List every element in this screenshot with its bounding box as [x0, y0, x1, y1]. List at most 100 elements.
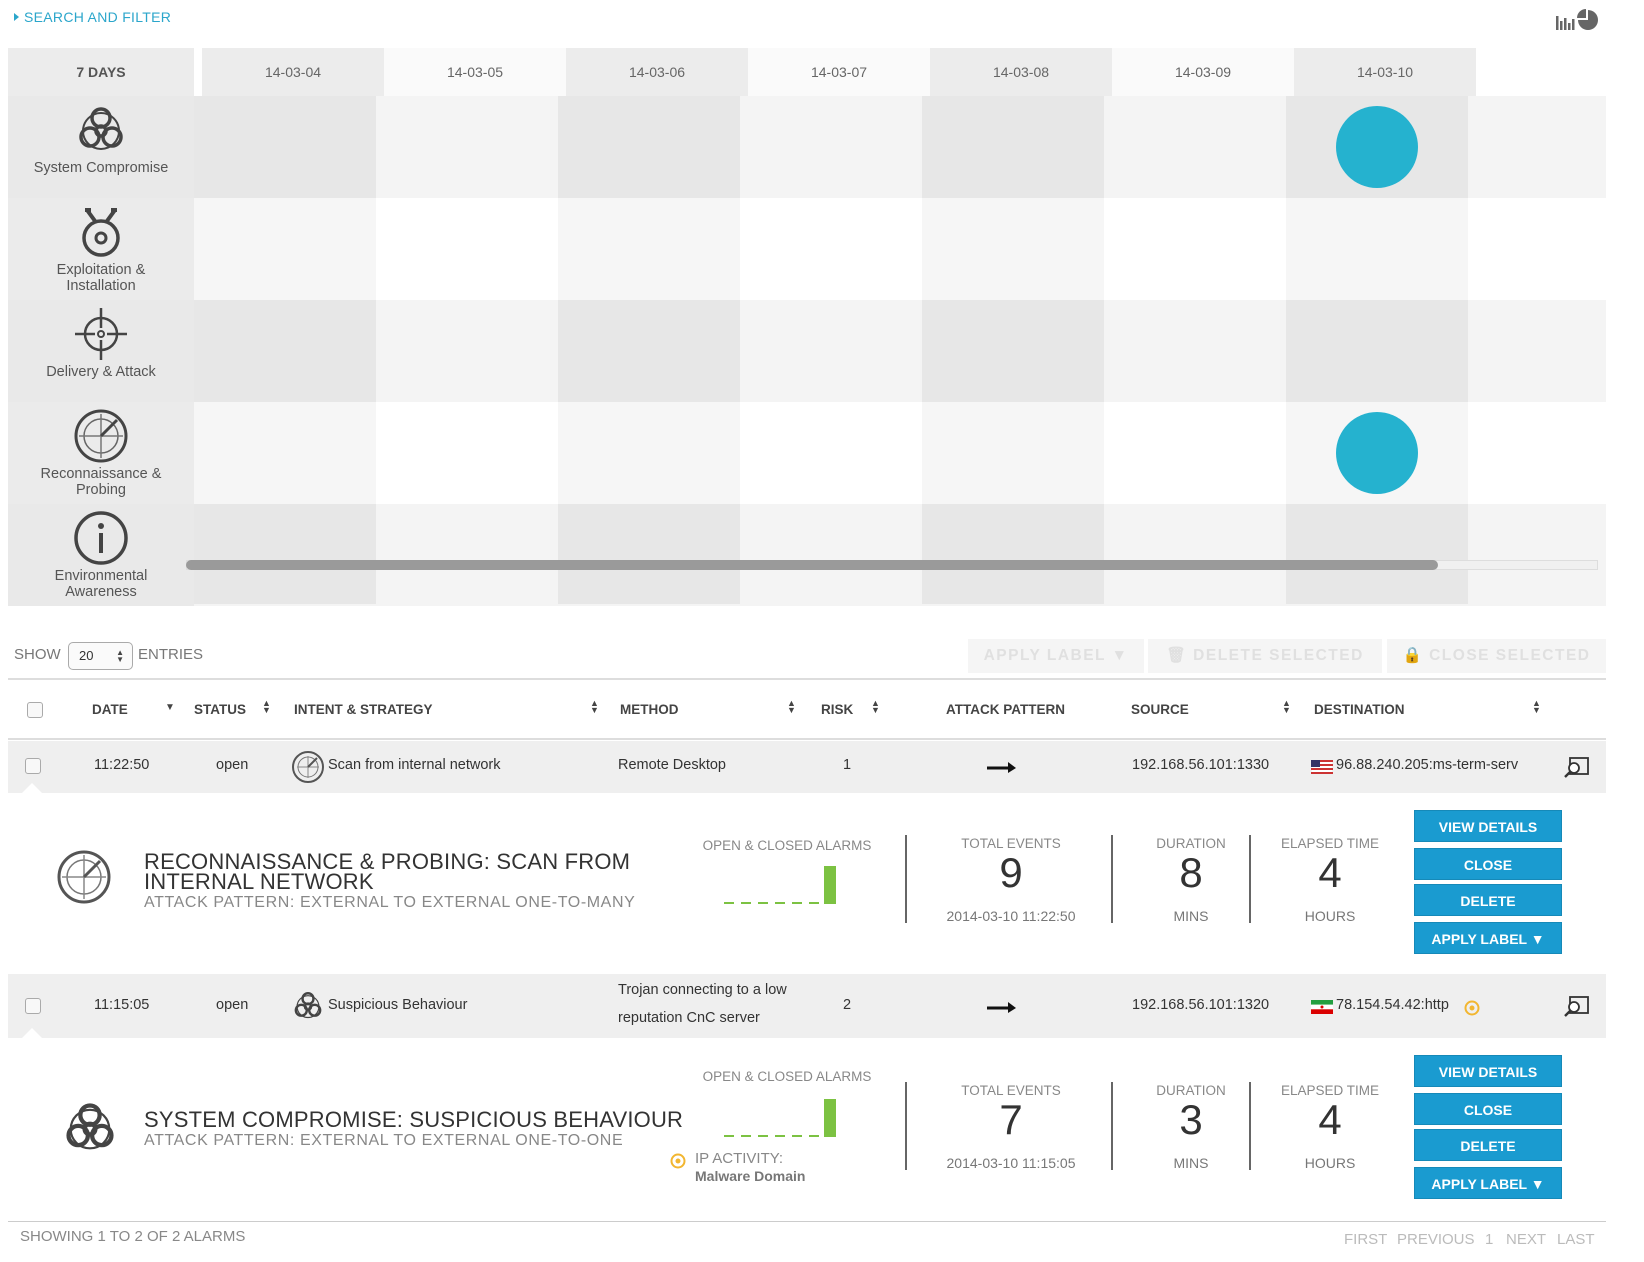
- alarms-sparkline: [724, 866, 836, 904]
- entries-label: ENTRIES: [138, 646, 204, 663]
- total-events-value: 7: [999, 1096, 1023, 1143]
- alarm-risk: 1: [843, 757, 852, 773]
- elapsed-value: 4: [1318, 849, 1342, 896]
- warning-target-icon: [670, 1153, 686, 1169]
- crosshair-icon: [75, 308, 127, 360]
- alarm-row[interactable]: 11:15:05 open Suspicious Behaviour Troja…: [8, 974, 1606, 1038]
- alarm-row[interactable]: 11:22:50 open Scan from internal network…: [8, 741, 1606, 793]
- detail-title-line2: INTERNAL NETWORK: [144, 869, 374, 894]
- timeline-category-text: Awareness: [65, 584, 137, 600]
- column-header-status[interactable]: STATUS: [194, 702, 246, 717]
- alarm-source: 192.168.56.101:1330: [1132, 757, 1270, 773]
- timeline-event-dot[interactable]: [1336, 106, 1418, 188]
- stat-divider: [1111, 835, 1113, 923]
- showing-count: SHOWING 1 TO 2 OF 2 ALARMS: [20, 1228, 246, 1245]
- detail-attack-pattern: ATTACK PATTERN: EXTERNAL TO EXTERNAL ONE…: [144, 894, 636, 911]
- close-button[interactable]: CLOSE: [1414, 1093, 1562, 1125]
- search-and-filter-toggle[interactable]: SEARCH AND FILTER: [14, 9, 171, 25]
- us-flag-icon: [1311, 760, 1333, 774]
- right-arrow-icon: [987, 1002, 1016, 1013]
- column-header-intent[interactable]: INTENT & STRATEGY: [294, 702, 433, 717]
- iran-flag-icon: [1311, 1000, 1333, 1014]
- chart-view-icon[interactable]: [1554, 8, 1600, 32]
- inspect-icon[interactable]: [1564, 995, 1590, 1017]
- sort-icon[interactable]: ▲ ▼: [871, 699, 880, 715]
- stepper-arrows-icon: ▲ ▼: [116, 648, 124, 664]
- pager-next[interactable]: NEXT: [1506, 1231, 1546, 1248]
- pager-first[interactable]: FIRST: [1344, 1231, 1387, 1248]
- timeline-category-row: [8, 504, 1606, 606]
- alarms-sparkline: [724, 1099, 836, 1137]
- apply-label-button[interactable]: APPLY LABEL ▼: [1414, 1167, 1562, 1199]
- stat-divider: [1249, 1082, 1251, 1170]
- timeline-day-header: 14-03-10: [1294, 48, 1476, 96]
- duration-unit: MINS: [1173, 908, 1209, 924]
- alarms-chart-label: OPEN & CLOSED ALARMS: [702, 1069, 872, 1084]
- sort-icon[interactable]: ▲ ▼: [787, 699, 796, 715]
- duration-unit: MINS: [1173, 1155, 1209, 1171]
- alarm-intent: Suspicious Behaviour: [328, 997, 468, 1013]
- sort-icon[interactable]: ▲ ▼: [1282, 699, 1291, 715]
- column-header-method[interactable]: METHOD: [620, 702, 679, 717]
- timeline-category-row: [8, 198, 1606, 300]
- detail-pointer: [22, 783, 42, 793]
- radar-icon: [292, 751, 324, 783]
- sparkline-bar: [824, 1099, 836, 1137]
- show-label: SHOW: [14, 646, 61, 663]
- timeline-category-text: Probing: [76, 482, 126, 498]
- row-checkbox[interactable]: [25, 758, 41, 774]
- caret-down-icon: ▼: [1111, 647, 1129, 664]
- alarm-method-line2: reputation CnC server: [618, 1010, 760, 1026]
- sort-desc-icon[interactable]: ▼: [165, 703, 175, 713]
- inspect-icon[interactable]: [1564, 756, 1590, 778]
- threat-timeline: 7 DAYS 14-03-04 14-03-05 14-03-06 14-03-07 1…: [8, 48, 1606, 619]
- alarm-detail-panel: SYSTEM COMPROMISE: SUSPICIOUS BEHAVIOUR …: [8, 1038, 1606, 1218]
- sort-icon[interactable]: ▲ ▼: [262, 699, 271, 715]
- timeline-event-dot[interactable]: [1336, 412, 1418, 494]
- timeline-day-header: 14-03-09: [1112, 48, 1294, 96]
- right-arrow-icon: [987, 762, 1016, 773]
- close-selected-button[interactable]: 🔒 CLOSE SELECTED: [1387, 639, 1606, 673]
- delete-button[interactable]: DELETE: [1414, 884, 1562, 916]
- alarm-status: open: [216, 757, 249, 773]
- column-header-risk[interactable]: RISK: [821, 702, 853, 717]
- column-header-date[interactable]: DATE: [92, 702, 128, 717]
- timeline-category-label: Reconnaissance & Probing: [8, 402, 194, 504]
- column-header-source[interactable]: SOURCE: [1131, 702, 1189, 717]
- warning-target-icon: [1464, 1000, 1480, 1016]
- timeline-category-text: Reconnaissance &: [40, 466, 162, 482]
- close-button[interactable]: CLOSE: [1414, 848, 1562, 880]
- stat-divider: [905, 835, 907, 923]
- detail-attack-pattern: ATTACK PATTERN: EXTERNAL TO EXTERNAL ONE…: [144, 1132, 624, 1149]
- alarm-method-line1: Trojan connecting to a low: [618, 982, 787, 998]
- view-details-button[interactable]: VIEW DETAILS: [1414, 810, 1562, 842]
- column-header-destination[interactable]: DESTINATION: [1314, 702, 1405, 717]
- stat-divider: [905, 1082, 907, 1170]
- view-details-button[interactable]: VIEW DETAILS: [1414, 1055, 1562, 1087]
- timeline-category-label: System Compromise: [8, 96, 194, 198]
- delete-button[interactable]: DELETE: [1414, 1129, 1562, 1161]
- duration-value: 8: [1179, 849, 1203, 896]
- alarm-time: 11:22:50: [94, 757, 150, 773]
- pager-last[interactable]: LAST: [1557, 1231, 1595, 1248]
- entries-per-page-select[interactable]: 20 ▲ ▼: [68, 642, 133, 670]
- pager-page[interactable]: 1: [1485, 1231, 1493, 1248]
- alarm-intent: Scan from internal network: [328, 757, 501, 773]
- timeline-category-text: Exploitation &: [56, 262, 146, 278]
- apply-label-button[interactable]: APPLY LABEL ▼: [1414, 922, 1562, 954]
- sort-icon[interactable]: ▲ ▼: [590, 699, 599, 715]
- timeline-category-text: Delivery & Attack: [46, 364, 156, 380]
- detail-pointer: [22, 1028, 42, 1038]
- pager-previous[interactable]: PREVIOUS: [1397, 1231, 1475, 1248]
- select-all-checkbox[interactable]: [27, 702, 43, 718]
- timeline-scrollbar-thumb[interactable]: [186, 560, 1438, 570]
- apply-label-bulk-button[interactable]: APPLY LABEL ▼: [968, 639, 1144, 673]
- alarm-destination: 96.88.240.205:ms-term-serv: [1336, 757, 1519, 773]
- elapsed-value: 4: [1318, 1096, 1342, 1143]
- timeline-day-header: 14-03-04: [202, 48, 384, 96]
- alarm-detail-panel: RECONNAISSANCE & PROBING: SCAN FROM INTE…: [8, 793, 1606, 973]
- alarm-method: Remote Desktop: [618, 757, 726, 773]
- delete-selected-button[interactable]: 🗑 DELETE SELECTED: [1148, 639, 1382, 673]
- row-checkbox[interactable]: [25, 998, 41, 1014]
- sort-icon[interactable]: ▲ ▼: [1532, 699, 1541, 715]
